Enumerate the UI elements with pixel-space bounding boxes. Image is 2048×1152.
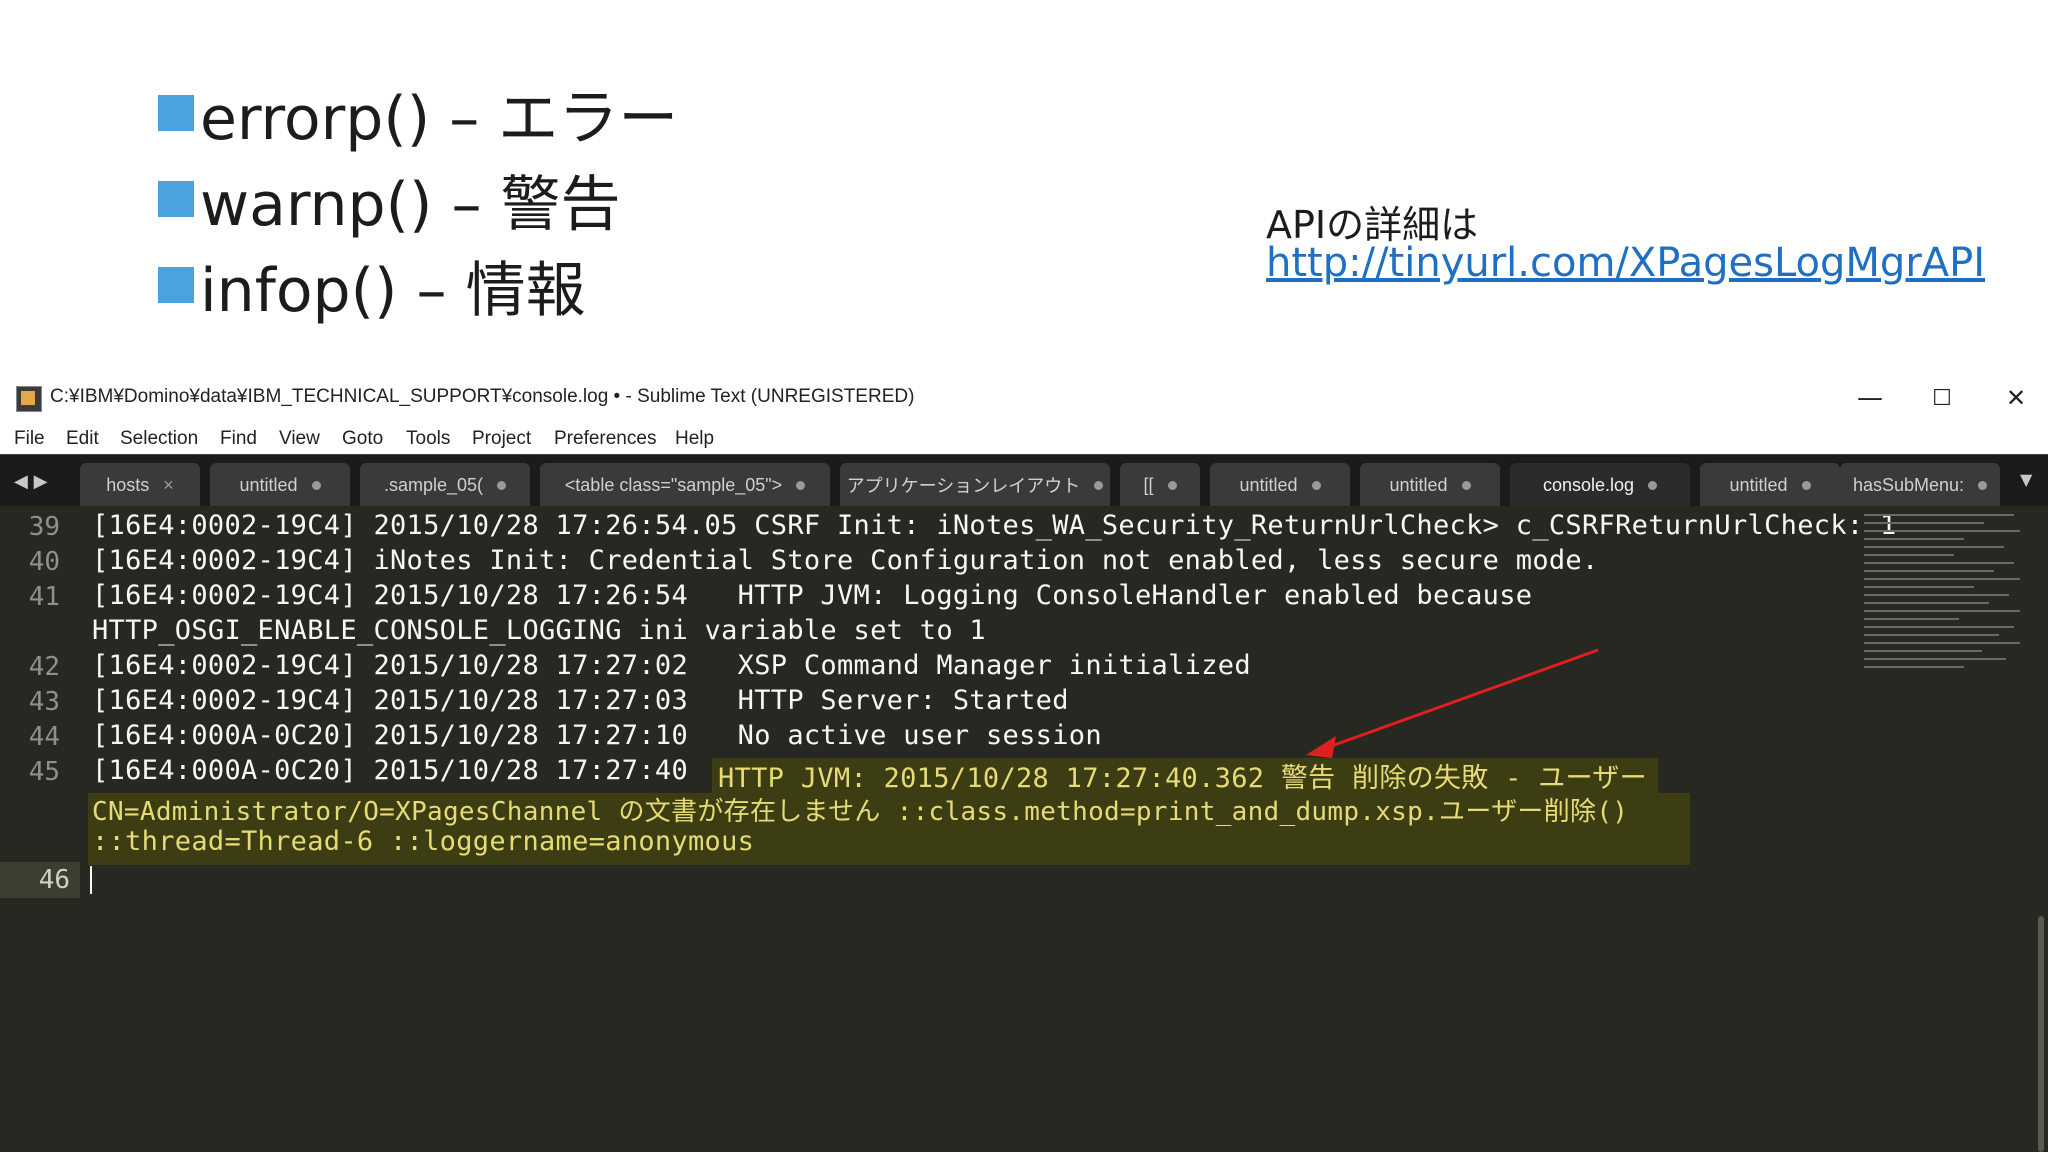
arrow-head-icon — [1306, 736, 1336, 758]
arrow-shaft — [1325, 648, 1599, 750]
annotation-arrow — [1306, 648, 1599, 758]
